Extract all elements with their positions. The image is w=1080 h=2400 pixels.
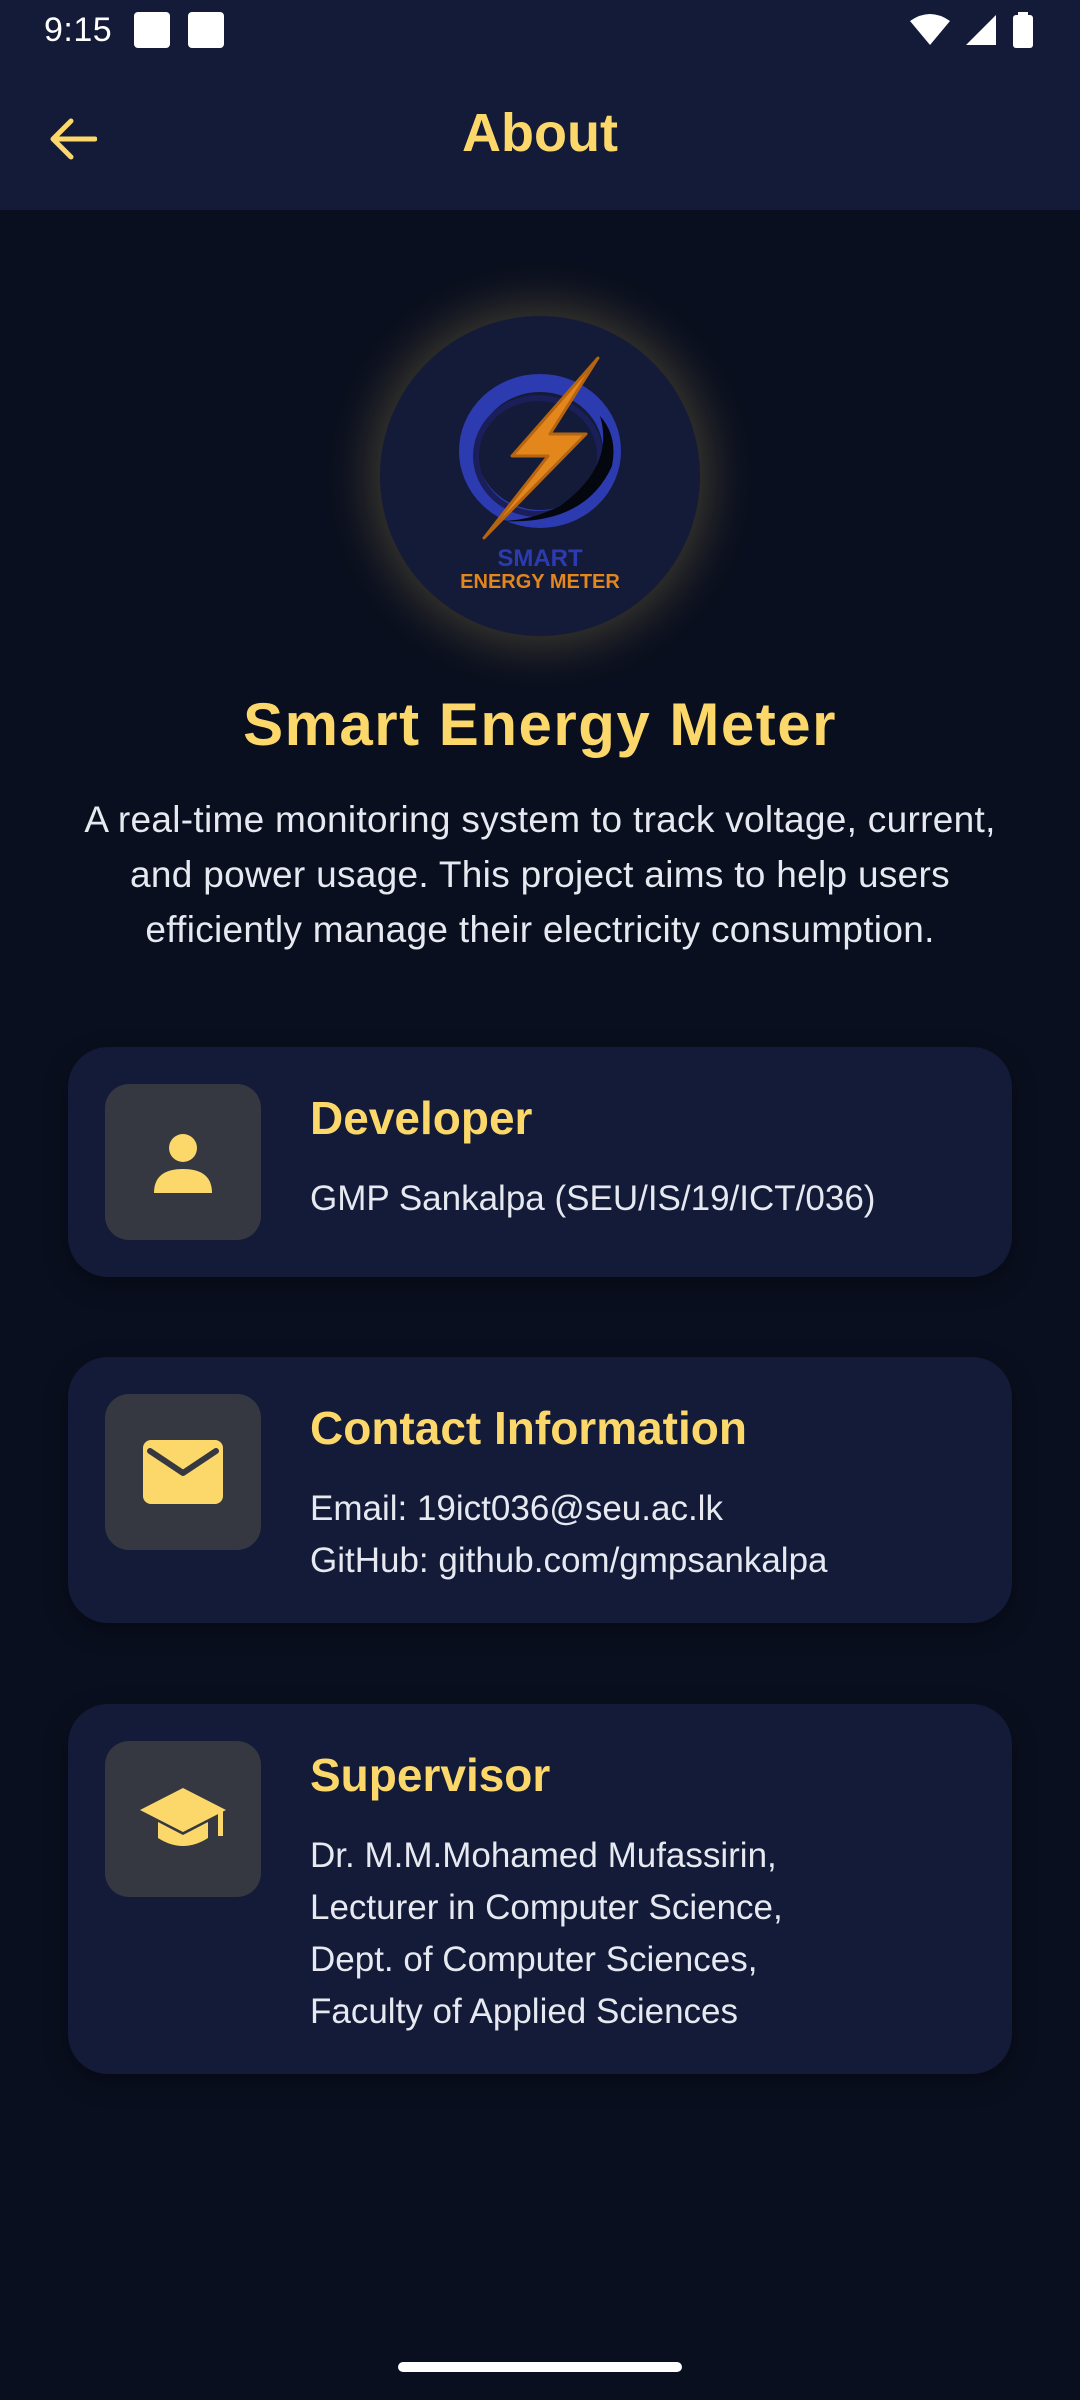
supervisor-line: Dr. M.M.Mohamed Mufassirin, [310,1836,777,1875]
app-logo: SMART ENERGY METER [380,316,700,636]
developer-title: Developer [310,1092,533,1144]
wifi-icon [910,14,950,45]
contact-icon-box [105,1394,261,1550]
person-icon [154,1134,212,1193]
mail-icon [143,1440,223,1504]
notification-icon-2 [188,12,225,48]
lightning-logo-icon: SMART ENERGY METER [459,356,621,593]
description-line: and power usage. This project aims to he… [130,854,950,895]
supervisor-line: Dept. of Computer Sciences, [310,1940,758,1979]
app-name: Smart Energy Meter [243,691,837,758]
logo-text-smart: SMART [497,545,583,572]
page-title: About [462,103,618,163]
developer-icon-box [105,1084,261,1240]
status-bar: 9:15 [0,0,1080,60]
description-line: efficiently manage their electricity con… [145,909,935,950]
developer-card: Developer GMP Sankalpa (SEU/IS/19/ICT/03… [68,1047,1012,1277]
contact-card: Contact Information Email: 19ict036@seu.… [68,1357,1012,1623]
supervisor-icon-box [105,1741,261,1897]
status-time: 9:15 [44,10,113,49]
supervisor-card: Supervisor Dr. M.M.Mohamed Mufassirin, L… [68,1704,1012,2074]
developer-name: GMP Sankalpa (SEU/IS/19/ICT/036) [310,1179,876,1218]
contact-title: Contact Information [310,1402,747,1454]
notification-icon [134,12,171,48]
home-indicator[interactable] [398,2362,682,2372]
supervisor-line: Lecturer in Computer Science, [310,1888,783,1927]
supervisor-text: Dr. M.M.Mohamed Mufassirin, Lecturer in … [310,1830,783,2038]
app-bar: About [0,60,1080,210]
contact-github[interactable]: GitHub: github.com/gmpsankalpa [310,1535,828,1587]
description-line: A real-time monitoring system to track v… [84,799,996,840]
supervisor-line: Faculty of Applied Sciences [310,1992,739,2031]
app-description: A real-time monitoring system to track v… [30,792,1050,957]
logo-text-energy-meter: ENERGY METER [460,571,620,593]
contact-email[interactable]: Email: 19ict036@seu.ac.lk [310,1483,828,1535]
status-icons [910,12,1034,48]
graduation-cap-icon [140,1788,226,1846]
signal-icon [966,15,996,45]
developer-text: GMP Sankalpa (SEU/IS/19/ICT/036) [310,1173,875,1225]
supervisor-title: Supervisor [310,1749,551,1801]
battery-icon [1013,12,1033,48]
contact-text: Email: 19ict036@seu.ac.lk GitHub: github… [310,1483,828,1587]
